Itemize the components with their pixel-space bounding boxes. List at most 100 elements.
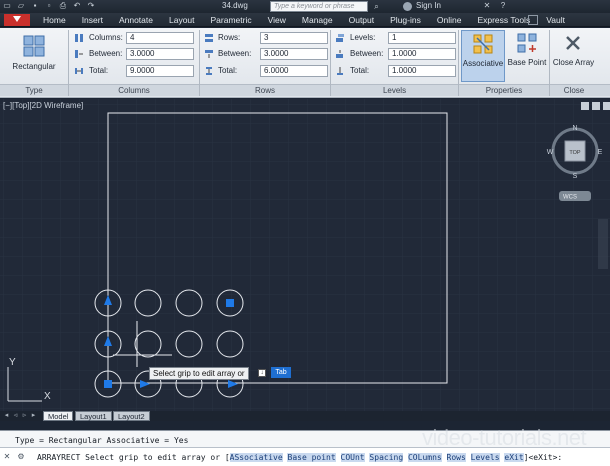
tab-layout[interactable]: Layout xyxy=(161,13,203,27)
command-option-rest: evels xyxy=(475,453,500,462)
levels-input[interactable]: 1 xyxy=(388,32,456,44)
command-option-rest: sociative xyxy=(239,453,283,462)
close-icon[interactable] xyxy=(603,102,610,110)
corner-grip[interactable] xyxy=(226,299,234,307)
tab-output[interactable]: Output xyxy=(341,13,383,27)
command-option-rest: umns xyxy=(422,453,442,462)
tab-home[interactable]: Home xyxy=(35,13,74,27)
save-as-icon[interactable]: ▫ xyxy=(44,1,54,11)
sign-in-link[interactable]: Sign In xyxy=(416,1,441,10)
navigation-bar[interactable] xyxy=(598,219,608,269)
level-between-input[interactable]: 1.0000 xyxy=(388,48,456,60)
columns-input[interactable]: 4 xyxy=(126,32,194,44)
command-option[interactable]: COLumns xyxy=(407,453,442,462)
undo-icon[interactable]: ↶ xyxy=(72,1,82,11)
search-input[interactable]: Type a keyword or phrase xyxy=(270,1,368,12)
tab-annotate[interactable]: Annotate xyxy=(111,13,161,27)
help-icon[interactable]: ? xyxy=(498,1,508,11)
command-option[interactable]: Base point xyxy=(287,453,336,462)
first-tab-icon[interactable]: ◂ xyxy=(3,412,10,420)
row-total-input[interactable]: 6.0000 xyxy=(260,65,328,77)
redo-icon[interactable]: ↷ xyxy=(86,1,96,11)
ribbon-tabs: Home Insert Annotate Layout Parametric View Ma… xyxy=(35,13,573,27)
minimize-icon[interactable] xyxy=(581,102,589,110)
restore-icon[interactable] xyxy=(592,102,600,110)
row-between-label: Between: xyxy=(218,49,252,58)
viewport-controls[interactable]: [−][Top][2D Wireframe] xyxy=(3,101,83,110)
column-total-input[interactable]: 9.0000 xyxy=(126,65,194,77)
last-tab-icon[interactable]: ▸ xyxy=(30,412,37,420)
level-between-label: Between: xyxy=(350,49,384,58)
tooltip-options-icon[interactable]: ↓ xyxy=(258,369,266,377)
compass-south[interactable]: S xyxy=(573,173,578,180)
tab-view[interactable]: View xyxy=(260,13,294,27)
associative-icon xyxy=(473,34,493,54)
command-option[interactable]: eXit xyxy=(504,453,524,462)
tab-model[interactable]: Model xyxy=(43,411,74,421)
ucs-x-label: X xyxy=(44,391,51,402)
command-option[interactable]: Spacing xyxy=(369,453,404,462)
dynamic-input-tooltip: Select grip to edit array or xyxy=(149,367,249,380)
tab-plug-ins[interactable]: Plug-ins xyxy=(382,13,429,27)
tab-online[interactable]: Online xyxy=(429,13,470,27)
tab-manage[interactable]: Manage xyxy=(294,13,341,27)
close-command-icon[interactable]: ✕ xyxy=(2,452,12,462)
tab-parametric[interactable]: Parametric xyxy=(203,13,260,27)
drawing-canvas[interactable]: Y X TOP N S W E WCS xyxy=(0,99,610,411)
application-menu-button[interactable] xyxy=(4,14,30,26)
command-prompt[interactable]: ARRAYRECT Select grip to edit array or [… xyxy=(37,453,562,462)
associative-label: Associative xyxy=(462,59,504,68)
tab-vault[interactable]: Vault xyxy=(538,13,573,27)
rows-icon xyxy=(205,34,213,42)
ribbon-minimize-icon[interactable] xyxy=(528,15,538,25)
column-total-icon xyxy=(75,68,83,74)
watermark-text: video-tutorials.net xyxy=(422,425,587,450)
grid xyxy=(0,99,610,411)
save-icon[interactable]: ▪ xyxy=(30,1,40,11)
print-icon[interactable]: ⎙ xyxy=(58,1,68,11)
rectangular-button[interactable]: Rectangular xyxy=(6,32,62,80)
column-between-icon xyxy=(75,50,83,58)
command-option[interactable]: Levels xyxy=(470,453,500,462)
close-array-button[interactable]: Close Array xyxy=(551,30,596,82)
rows-label: Rows: xyxy=(218,33,241,42)
command-option-rest: pacing xyxy=(374,453,404,462)
command-option-rest: ase point xyxy=(292,453,336,462)
drawing-viewport[interactable]: Y X TOP N S W E WCS [−][Top][2D Wirefram… xyxy=(0,99,610,411)
levels-panel-title: Levels xyxy=(331,84,458,96)
associative-button[interactable]: Associative xyxy=(461,30,505,82)
ribbon-tab-bar: Home Insert Annotate Layout Parametric View Ma… xyxy=(0,13,610,27)
tab-insert[interactable]: Insert xyxy=(74,13,111,27)
level-total-input[interactable]: 1.0000 xyxy=(388,65,456,77)
search-icon[interactable]: ⌕ xyxy=(371,1,382,12)
command-option[interactable]: Rows xyxy=(446,453,466,462)
command-option[interactable]: ASsociative xyxy=(229,453,283,462)
close-array-label: Close Array xyxy=(552,58,595,67)
column-between-input[interactable]: 3.0000 xyxy=(126,48,194,60)
row-between-input[interactable]: 3.0000 xyxy=(260,48,328,60)
exchange-icon[interactable]: ✕ xyxy=(482,1,492,11)
rows-input[interactable]: 3 xyxy=(260,32,328,44)
prev-tab-icon[interactable]: ◃ xyxy=(12,412,19,420)
rectangular-array-icon xyxy=(23,35,45,57)
row-between-icon xyxy=(205,50,213,58)
tab-layout2[interactable]: Layout2 xyxy=(113,411,150,421)
base-grip[interactable] xyxy=(104,380,112,388)
base-point-button[interactable]: Base Point xyxy=(506,30,548,82)
compass-north[interactable]: N xyxy=(572,125,577,132)
compass-west[interactable]: W xyxy=(547,149,554,156)
open-file-icon[interactable]: ▱ xyxy=(16,1,26,11)
tab-layout1[interactable]: Layout1 xyxy=(75,411,112,421)
next-tab-icon[interactable]: ▹ xyxy=(21,412,28,420)
base-point-label: Base Point xyxy=(507,58,547,67)
rows-panel-title: Rows xyxy=(200,84,330,96)
new-file-icon[interactable]: ▭ xyxy=(2,1,12,11)
command-option[interactable]: COUnt xyxy=(340,453,365,462)
level-total-label: Total: xyxy=(350,66,370,75)
ribbon-edge xyxy=(598,84,610,96)
row-total-label: Total: xyxy=(218,66,238,75)
compass-east[interactable]: E xyxy=(598,149,603,156)
command-option-rest: it xyxy=(514,453,524,462)
customize-icon[interactable]: ⚙ xyxy=(16,452,26,462)
tooltip-input-field[interactable]: Tab xyxy=(271,367,291,378)
